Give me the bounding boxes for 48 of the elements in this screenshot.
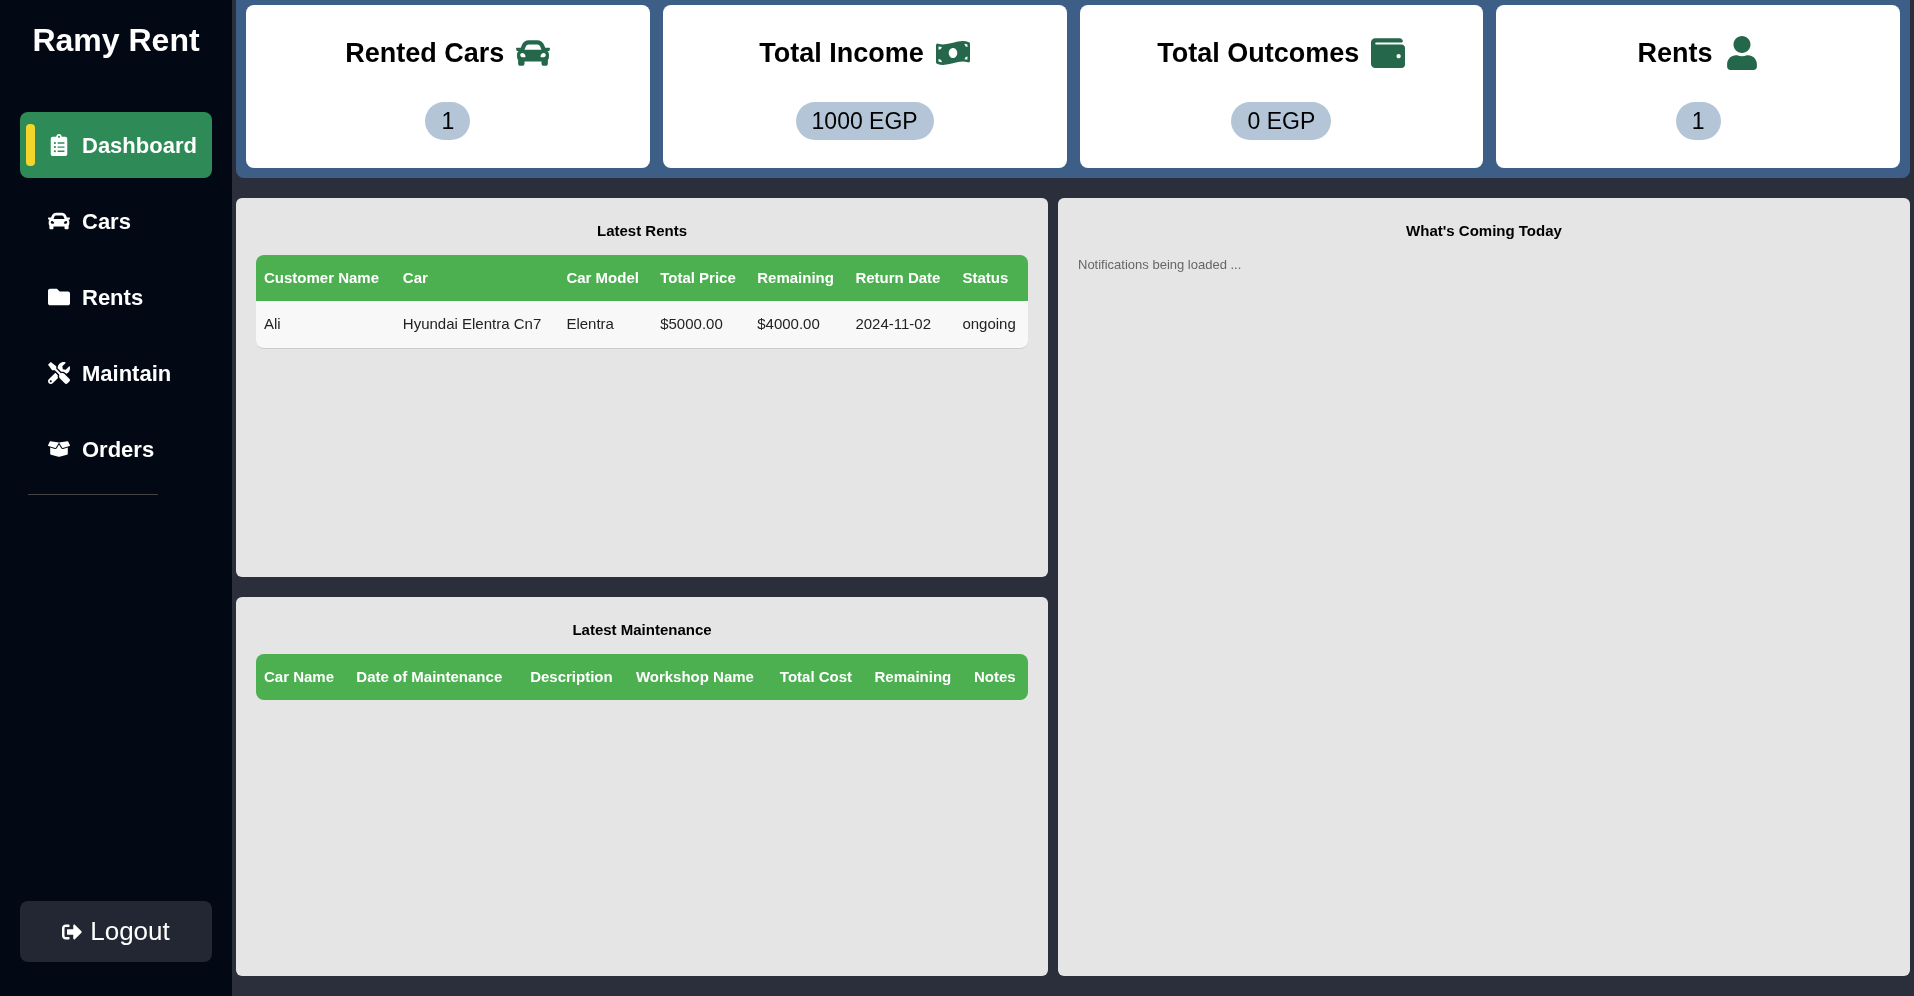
- column-header: Remaining: [866, 653, 967, 700]
- panel-title: Latest Rents: [596, 221, 688, 241]
- column-header: Total Price: [652, 254, 750, 301]
- stat-value: 1000 EGP: [795, 101, 934, 140]
- stat-value: 1: [425, 101, 471, 140]
- stat-value: 0 EGP: [1231, 101, 1332, 140]
- brand-title: Ramy Rent: [31, 21, 201, 60]
- user-icon: [1724, 36, 1759, 71]
- stat-title: Total Income: [759, 37, 924, 70]
- table-cell: Ali: [256, 301, 395, 349]
- nav-item[interactable]: Cars: [20, 188, 212, 254]
- active-indicator: [26, 124, 35, 166]
- tools-icon: [48, 362, 70, 384]
- wallet-icon: [1371, 36, 1406, 71]
- table-cell: 2024-11-02: [847, 301, 955, 349]
- nav-item[interactable]: Dashboard: [20, 112, 212, 178]
- column-header: Customer Name: [256, 254, 395, 301]
- panel-title: What's Coming Today: [1405, 221, 1563, 241]
- column-header: Total Cost: [771, 653, 867, 700]
- panel-title: Latest Maintenance: [571, 620, 713, 640]
- table-cell: ongoing: [954, 301, 1028, 349]
- stat-title: Rented Cars: [345, 37, 505, 70]
- stat-value: 1: [1675, 101, 1721, 140]
- column-header: Return Date: [847, 254, 955, 301]
- column-header: Date of Maintenance: [348, 653, 523, 700]
- nav-item[interactable]: Orders: [20, 416, 212, 482]
- stat-title: Total Outcomes: [1157, 37, 1360, 70]
- table-cell: $4000.00: [749, 301, 848, 349]
- nav-item[interactable]: Maintain: [20, 340, 212, 406]
- table-cell: Hyundai Elentra Cn7: [394, 301, 559, 349]
- clipboard-icon: [48, 134, 70, 156]
- column-header: Car Name: [256, 653, 349, 700]
- table-cell: Elentra: [558, 301, 653, 349]
- column-header: Car: [394, 254, 559, 301]
- column-header: Car Model: [558, 254, 653, 301]
- column-header: Status: [954, 254, 1028, 301]
- nav-item[interactable]: Rents: [20, 264, 212, 330]
- table-cell: $5000.00: [652, 301, 750, 349]
- column-header: Workshop Name: [627, 653, 772, 700]
- status-message: Notifications being loaded ...: [1078, 255, 1243, 274]
- column-header: Notes: [966, 653, 1028, 700]
- column-header: Remaining: [749, 254, 848, 301]
- logout-button[interactable]: Logout: [20, 901, 212, 962]
- stat-title: Rents: [1637, 37, 1713, 70]
- column-header: Description: [522, 653, 628, 700]
- car-icon: [48, 210, 70, 232]
- box-icon: [48, 438, 70, 460]
- folder-icon: [48, 286, 70, 308]
